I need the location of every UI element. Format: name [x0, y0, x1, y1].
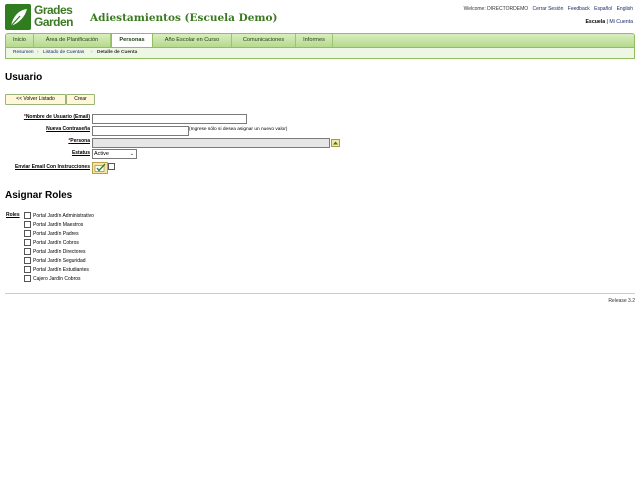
role-label: Portal Jardín Maestros	[33, 222, 84, 228]
back-to-list-button[interactable]: << Volver Listado	[5, 94, 66, 105]
role-label: Cajero Jardín Cobros	[33, 276, 81, 282]
leaf-logo-icon	[5, 4, 31, 30]
my-account-link[interactable]: Mi Cuenta	[609, 19, 633, 25]
breadcrumb: Resumen › Listado de Cuentas › Detalle d…	[5, 47, 635, 59]
person-field[interactable]	[92, 138, 330, 148]
page-title: Usuario	[5, 72, 43, 83]
chevron-down-icon: ⌄	[129, 151, 134, 157]
role-checkbox[interactable]	[24, 212, 31, 220]
logo[interactable]: Grades Garden	[5, 3, 83, 31]
breadcrumb-chevron-icon: ›	[91, 50, 93, 55]
role-label: Portal Jardín Cobros	[33, 240, 79, 246]
role-item[interactable]: Cajero Jardín Cobros	[24, 275, 94, 284]
role-label: Portal Jardín Directores	[33, 249, 86, 255]
role-item[interactable]: Portal Jardín Seguridad	[24, 257, 94, 266]
role-label: Portal Jardín Padres	[33, 231, 79, 237]
sub-links: Escuela | Mi Cuenta	[585, 19, 633, 25]
role-item[interactable]: Portal Jardín Estudiantes	[24, 266, 94, 275]
welcome-text: Welcome: DIRECTORDEMO	[463, 6, 529, 12]
role-checkbox[interactable]	[24, 221, 31, 229]
password-label: Nueva Contraseña	[46, 126, 90, 132]
logout-link[interactable]: Cerrar Sesión	[533, 6, 564, 12]
breadcrumb-chevron-icon: ›	[37, 50, 39, 55]
school-link[interactable]: Escuela	[585, 19, 605, 25]
role-label: Portal Jardín Seguridad	[33, 258, 86, 264]
nav-tab-ano-escolar[interactable]: Año Escolar en Curso	[153, 34, 232, 47]
roles-label: Roles	[6, 212, 20, 218]
username-input[interactable]	[92, 114, 247, 124]
role-checkbox[interactable]	[24, 239, 31, 247]
send-email-button[interactable]	[92, 162, 108, 174]
breadcrumb-listado[interactable]: Listado de Cuentas	[43, 48, 84, 58]
role-item[interactable]: Portal Jardín Administrativo	[24, 212, 94, 221]
nav-tab-personas[interactable]: Personas	[111, 33, 153, 48]
spanish-link[interactable]: Español	[594, 6, 612, 12]
status-select-value: Active	[94, 151, 109, 157]
envelope-check-icon	[94, 163, 106, 172]
password-input[interactable]	[92, 126, 189, 136]
nav-tab-comunicaciones[interactable]: Comunicaciones	[232, 34, 296, 47]
send-email-label: Enviar Email Con Instrucciones	[14, 164, 90, 170]
role-checkbox[interactable]	[24, 266, 31, 274]
role-checkbox[interactable]	[24, 257, 31, 265]
username-label: *Nombre de Usuario (Email)	[5, 114, 90, 120]
role-checkbox[interactable]	[24, 248, 31, 256]
top-links: Welcome: DIRECTORDEMO Cerrar Sesión Feed…	[461, 6, 633, 12]
role-item[interactable]: Portal Jardín Padres	[24, 230, 94, 239]
role-checkbox[interactable]	[24, 230, 31, 238]
logo-text-garden: Garden	[34, 15, 74, 29]
person-lookup-button[interactable]	[331, 139, 340, 147]
role-item[interactable]: Portal Jardín Cobros	[24, 239, 94, 248]
send-email-checkbox[interactable]	[108, 163, 115, 170]
status-label: Estatus	[71, 150, 90, 156]
role-label: Portal Jardín Estudiantes	[33, 267, 89, 273]
nav-tab-informes[interactable]: Informes	[296, 34, 333, 47]
nav-tab-planificacion[interactable]: Área de Planificación	[34, 34, 111, 47]
breadcrumb-current: Detalle de Cuenta	[97, 50, 138, 55]
role-checkbox[interactable]	[24, 275, 31, 283]
username-label-text: Nombre de Usuario (Email)	[25, 114, 90, 120]
role-item[interactable]: Portal Jardín Directores	[24, 248, 94, 257]
role-item[interactable]: Portal Jardín Maestros	[24, 221, 94, 230]
role-label: Portal Jardín Administrativo	[33, 213, 94, 219]
footer-divider	[5, 293, 635, 294]
school-title: Adiestamientos (Escuela Demo)	[90, 12, 278, 24]
arrow-up-icon	[333, 141, 338, 145]
person-label: *Persona	[5, 138, 90, 144]
roles-list: Portal Jardín Administrativo Portal Jard…	[24, 212, 94, 284]
create-button[interactable]: Crear	[66, 94, 95, 105]
english-link[interactable]: English	[617, 6, 633, 12]
breadcrumb-resumen[interactable]: Resumen	[13, 48, 34, 58]
status-select[interactable]: Active ⌄	[92, 149, 137, 159]
feedback-link[interactable]: Feedback	[568, 6, 590, 12]
person-label-text: Persona	[70, 138, 90, 144]
assign-roles-title: Asignar Roles	[5, 190, 73, 201]
main-nav: Inicio Área de Planificación Personas Añ…	[5, 33, 635, 48]
password-hint: (Ingrese sólo si desea asignar un nuevo …	[189, 127, 288, 132]
nav-tab-inicio[interactable]: Inicio	[6, 34, 34, 47]
release-version: Release 3.2	[608, 298, 635, 304]
